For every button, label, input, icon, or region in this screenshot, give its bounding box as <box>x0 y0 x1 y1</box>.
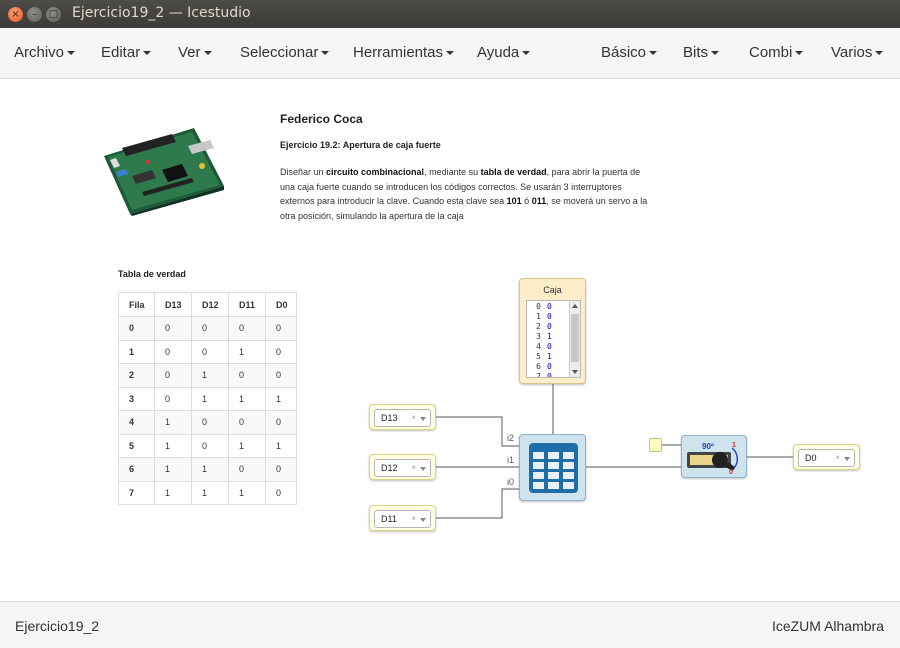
memory-value: 0 <box>547 342 552 351</box>
dropdown-arrow-icon[interactable] <box>420 417 426 421</box>
clear-icon[interactable]: × <box>411 463 416 472</box>
memory-address: 7 <box>536 372 541 378</box>
memory-address: 6 <box>536 362 541 371</box>
dropdown-arrow-icon[interactable] <box>844 457 850 461</box>
pin-select[interactable]: D0 × <box>798 449 855 467</box>
pin-select[interactable]: D12 × <box>374 459 431 477</box>
memory-value: 1 <box>547 352 552 361</box>
memory-address: 1 <box>536 312 541 321</box>
wire-d11 <box>436 488 519 519</box>
port-label-i0: i0 <box>507 477 515 487</box>
input-block-d12[interactable]: D12 × <box>369 454 436 480</box>
statusbar: Ejercicio19_2 IceZUM Alhambra <box>0 601 900 648</box>
pin-select[interactable]: D13 × <box>374 409 431 427</box>
clear-icon[interactable]: × <box>835 453 840 462</box>
scroll-thumb[interactable] <box>571 314 579 362</box>
pin-value: D11 <box>381 514 397 524</box>
memory-row: 20 <box>527 322 571 332</box>
memory-value: 0 <box>547 312 552 321</box>
memory-value: 0 <box>547 362 552 371</box>
memory-address: 4 <box>536 342 541 351</box>
scroll-up-icon[interactable] <box>572 304 578 308</box>
memory-value: 0 <box>547 372 552 378</box>
memory-address: 0 <box>536 302 541 311</box>
servo-icon: 90º 1 0 <box>687 442 738 476</box>
project-name: Ejercicio19_2 <box>15 618 100 634</box>
memory-value: 1 <box>547 332 552 341</box>
memory-row: 10 <box>527 312 571 322</box>
servo-label-1: 1 <box>732 442 736 449</box>
input-block-d13[interactable]: D13 × <box>369 404 436 430</box>
memory-value: 0 <box>547 302 552 311</box>
memory-row: 40 <box>527 342 571 352</box>
port-label-i1: i1 <box>507 455 515 465</box>
dropdown-arrow-icon[interactable] <box>420 467 426 471</box>
dropdown-arrow-icon[interactable] <box>420 518 426 522</box>
memory-row: 60 <box>527 362 571 372</box>
memory-address: 5 <box>536 352 541 361</box>
servo-label-0: 0 <box>729 469 733 476</box>
pin-value: D0 <box>805 453 817 463</box>
table-icon <box>529 443 578 493</box>
memory-block-caja[interactable]: Caja 0010203140516070 <box>519 278 586 384</box>
constant-block[interactable] <box>649 438 662 452</box>
memory-address: 2 <box>536 322 541 331</box>
memory-row: 00 <box>527 302 571 312</box>
memory-row: 31 <box>527 332 571 342</box>
pin-value: D12 <box>381 463 398 473</box>
servo-block[interactable]: 90º 1 0 <box>681 435 747 478</box>
scroll-down-icon[interactable] <box>572 370 578 374</box>
memory-contents[interactable]: 0010203140516070 <box>526 300 581 378</box>
memory-title: Caja <box>543 285 562 295</box>
memory-value: 0 <box>547 322 552 331</box>
memory-address: 3 <box>536 332 541 341</box>
input-block-d11[interactable]: D11 × <box>369 505 436 531</box>
memory-row: 70 <box>527 372 571 378</box>
memory-scrollbar[interactable] <box>569 301 580 377</box>
output-block-d0[interactable]: D0 × <box>793 444 860 470</box>
clear-icon[interactable]: × <box>411 413 416 422</box>
port-label-i2: i2 <box>507 433 515 443</box>
servo-angle-label: 90º <box>702 442 714 451</box>
memory-row: 51 <box>527 352 571 362</box>
pin-value: D13 <box>381 413 398 423</box>
circuit-wires <box>436 384 793 519</box>
truth-table-block[interactable] <box>519 434 586 501</box>
board-name[interactable]: IceZUM Alhambra <box>772 618 884 634</box>
clear-icon[interactable]: × <box>411 514 416 523</box>
pin-select[interactable]: D11 × <box>374 510 431 528</box>
